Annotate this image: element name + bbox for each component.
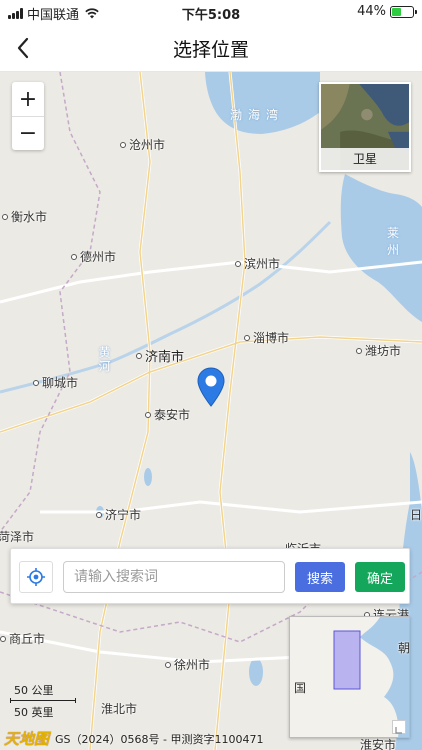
collapse-corner-icon	[395, 727, 402, 734]
city-label: 菏泽市	[0, 530, 35, 544]
battery-percent: 44%	[357, 4, 386, 19]
locate-me-button[interactable]	[19, 561, 53, 593]
city-label: 徐州市	[165, 656, 210, 673]
city-label: 淮北市	[101, 702, 138, 716]
city-label: 聊城市	[33, 374, 78, 391]
scale-bar	[10, 698, 76, 703]
city-label: 泰安市	[145, 406, 190, 423]
overview-country-label: 国	[294, 681, 307, 695]
scale-mi-label: 50 英里	[14, 706, 54, 719]
zoom-control: + −	[12, 82, 44, 150]
scale-km-label: 50 公里	[14, 684, 54, 697]
city-label: 滨州市	[235, 255, 280, 272]
city-label: 德州市	[71, 248, 116, 265]
map-view[interactable]: 渤海湾 莱州 黄河 沧州市 衡水市 德州市 滨州市 淄博市 潍坊市 济南市 聊城…	[0, 72, 422, 750]
battery-level	[392, 7, 401, 16]
navigation-bar: 选择位置	[0, 24, 422, 72]
confirm-button[interactable]: 确定	[355, 562, 405, 592]
overview-map[interactable]: 朝 国	[289, 616, 410, 738]
city-label: 日	[410, 508, 422, 522]
zoom-out-button[interactable]: −	[12, 116, 44, 150]
city-label: 沧州市	[120, 136, 165, 153]
battery-icon	[390, 5, 417, 18]
overview-collapse-button[interactable]	[392, 720, 406, 734]
water-label-bohai: 渤海湾	[230, 108, 285, 122]
city-label: 潍坊市	[356, 342, 401, 359]
city-label: 衡水市	[2, 208, 47, 225]
crosshair-icon	[27, 568, 45, 586]
tianditu-logo: 天地图	[4, 730, 50, 748]
page-title: 选择位置	[172, 39, 249, 61]
attribution-text: GS（2024）0568号 - 甲测资字1100471	[55, 732, 264, 746]
search-panel: 搜索 确定	[10, 548, 410, 604]
location-marker-icon[interactable]	[196, 366, 226, 408]
city-label: 济南市	[136, 346, 184, 365]
overview-city-label: 朝	[398, 641, 410, 655]
water-label-yellow-river: 黄河	[97, 346, 111, 374]
status-bar: 中国联通 下午5:08 44%	[0, 0, 422, 24]
city-label: 济宁市	[96, 506, 141, 523]
city-label: 淄博市	[244, 329, 289, 346]
search-button[interactable]: 搜索	[295, 562, 345, 592]
search-input[interactable]	[63, 561, 285, 593]
city-label: 淮安市	[360, 738, 397, 750]
zoom-in-button[interactable]: +	[12, 82, 44, 116]
city-label: 商丘市	[0, 630, 45, 647]
water-label-laizhou: 莱州	[387, 226, 406, 257]
map-attribution: 天地图 GS（2024）0568号 - 甲测资字1100471	[4, 728, 263, 749]
satellite-label: 卫星	[321, 148, 409, 170]
satellite-layer-button[interactable]: 卫星	[319, 82, 411, 172]
